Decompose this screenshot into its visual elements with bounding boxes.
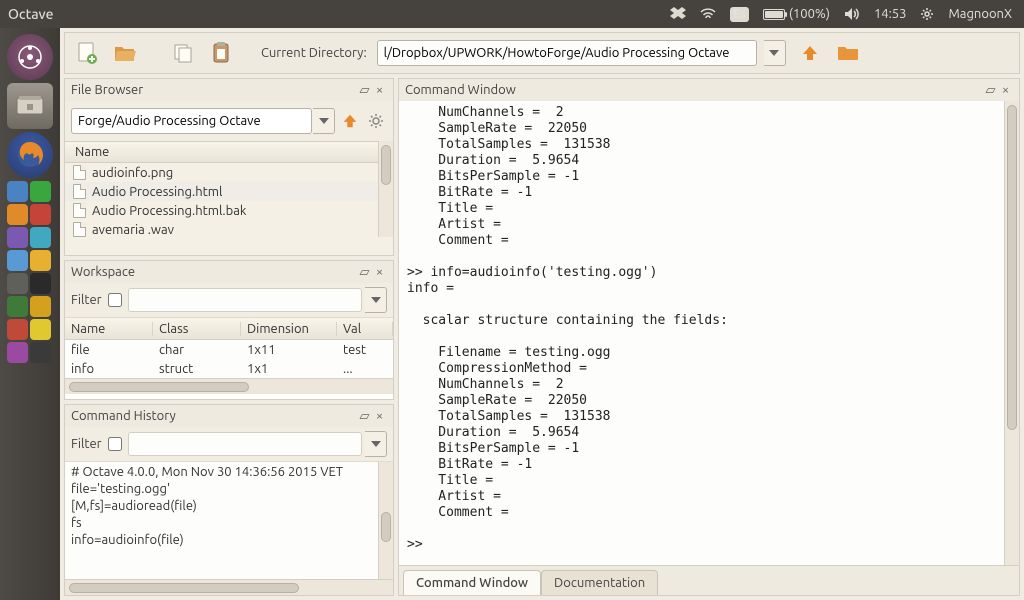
list-item[interactable]: # Octave 4.0.0, Mon Nov 30 14:36:56 2015… — [71, 464, 372, 481]
file-icon — [73, 165, 86, 180]
list-item[interactable]: fs — [71, 515, 372, 532]
history-hscrollbar[interactable] — [65, 579, 393, 595]
command-history-title: Command History — [71, 409, 176, 423]
history-filter-label: Filter — [71, 437, 102, 451]
battery-indicator[interactable]: (100%) — [763, 7, 830, 21]
file-browser-path-input[interactable] — [71, 108, 312, 134]
workspace-table[interactable]: Name Class Dimension Val filechar1x11tes… — [65, 318, 393, 378]
go-up-icon[interactable] — [796, 39, 824, 67]
command-window-scrollbar[interactable] — [1004, 101, 1019, 565]
wifi-icon[interactable] — [700, 7, 716, 21]
command-window-output[interactable]: NumChannels = 2 SampleRate = 22050 Total… — [399, 101, 1004, 565]
browse-folder-icon[interactable] — [834, 39, 862, 67]
volume-icon[interactable] — [844, 7, 860, 21]
history-filter-checkbox[interactable] — [108, 437, 122, 451]
settings-gear-icon[interactable] — [920, 7, 934, 21]
file-list-scrollbar[interactable] — [378, 141, 393, 237]
file-list-header-name[interactable]: Name — [65, 141, 378, 163]
workspace-filter-label: Filter — [71, 293, 102, 307]
menu-bar: Octave Es (100%) 14:53 MagnoonX — [0, 0, 1024, 28]
close-icon[interactable]: × — [372, 265, 387, 279]
workspace-panel: Workspace ▱ × Filter Name Class Dimensio… — [64, 260, 394, 400]
open-folder-icon[interactable] — [111, 39, 139, 67]
file-row[interactable]: Audio Processing.html — [65, 182, 378, 201]
history-scrollbar[interactable] — [378, 462, 393, 579]
list-item[interactable]: clear — [71, 549, 372, 550]
close-icon[interactable]: × — [998, 83, 1013, 97]
file-browser-up-icon[interactable] — [339, 107, 361, 135]
file-browser-title: File Browser — [71, 83, 143, 97]
history-filter-dropdown[interactable] — [365, 431, 387, 457]
battery-percent: (100%) — [789, 7, 830, 21]
list-item[interactable]: [M,fs]=audioread(file) — [71, 498, 372, 515]
undock-icon[interactable]: ▱ — [357, 83, 372, 98]
command-window-title: Command Window — [405, 83, 516, 97]
workspace-col-dimension[interactable]: Dimension — [241, 322, 337, 336]
command-window-tabs: Command Window Documentation — [399, 565, 1019, 595]
launcher-apps-stack[interactable] — [7, 181, 53, 363]
keyboard-layout-badge[interactable]: Es — [730, 7, 749, 22]
file-browser-panel: File Browser ▱ × Name audioinfo.png Audi… — [64, 78, 394, 256]
file-list[interactable]: Name audioinfo.png Audio Processing.html… — [65, 141, 378, 237]
workspace-col-class[interactable]: Class — [153, 322, 241, 336]
current-directory-input[interactable] — [377, 40, 757, 66]
current-directory-label: Current Directory: — [261, 46, 367, 60]
file-row[interactable]: Audio Processing.html.bak — [65, 201, 378, 220]
close-icon[interactable]: × — [372, 83, 387, 97]
command-history-panel: Command History ▱ × Filter # Octave 4.0.… — [64, 404, 394, 596]
launcher-dash-icon[interactable] — [7, 34, 53, 80]
undock-icon[interactable]: ▱ — [357, 265, 372, 280]
unity-launcher — [0, 28, 60, 600]
app-main: Current Directory: File Browser ▱ × — [60, 28, 1024, 600]
history-filter-field[interactable] — [128, 432, 362, 456]
workspace-title: Workspace — [71, 265, 135, 279]
workspace-filter-checkbox[interactable] — [108, 293, 122, 307]
tab-command-window[interactable]: Command Window — [403, 570, 541, 595]
file-icon — [73, 222, 86, 237]
current-directory-dropdown[interactable] — [764, 40, 786, 66]
history-list[interactable]: # Octave 4.0.0, Mon Nov 30 14:36:56 2015… — [65, 462, 378, 550]
tab-documentation[interactable]: Documentation — [541, 570, 658, 595]
workspace-filter-field[interactable] — [128, 288, 362, 312]
launcher-files-icon[interactable] — [7, 83, 53, 129]
left-dock: File Browser ▱ × Name audioinfo.png Audi… — [64, 78, 394, 596]
workspace-hscrollbar[interactable] — [65, 378, 393, 394]
file-browser-gear-icon[interactable] — [365, 107, 387, 135]
dropbox-icon[interactable] — [670, 7, 686, 21]
main-toolbar: Current Directory: — [64, 32, 1020, 74]
undock-icon[interactable]: ▱ — [983, 83, 998, 98]
new-file-icon[interactable] — [73, 39, 101, 67]
file-browser-path-dropdown[interactable] — [313, 108, 335, 134]
undock-icon[interactable]: ▱ — [357, 409, 372, 424]
paste-icon[interactable] — [207, 39, 235, 67]
table-row[interactable]: filechar1x11test — [65, 340, 393, 359]
workspace-col-name[interactable]: Name — [65, 322, 153, 336]
workspace-col-value[interactable]: Val — [337, 322, 393, 336]
close-icon[interactable]: × — [372, 409, 387, 423]
system-tray: Es (100%) 14:53 MagnoonX — [670, 7, 1012, 22]
table-row[interactable]: infostruct1x1... — [65, 359, 393, 378]
copy-icon[interactable] — [169, 39, 197, 67]
battery-icon — [763, 9, 785, 20]
file-icon — [73, 203, 86, 218]
command-window-panel: Command Window ▱ × NumChannels = 2 Sampl… — [398, 78, 1020, 596]
launcher-firefox-icon[interactable] — [7, 132, 53, 178]
file-icon — [73, 184, 86, 199]
app-title: Octave — [8, 6, 670, 22]
user-name[interactable]: MagnoonX — [948, 7, 1012, 21]
workspace-filter-dropdown[interactable] — [365, 287, 387, 313]
clock[interactable]: 14:53 — [874, 7, 907, 21]
list-item[interactable]: info=audioinfo(file) — [71, 532, 372, 549]
file-row[interactable]: avemaria .wav — [65, 220, 378, 237]
list-item[interactable]: file='testing.ogg' — [71, 481, 372, 498]
file-row[interactable]: audioinfo.png — [65, 163, 378, 182]
